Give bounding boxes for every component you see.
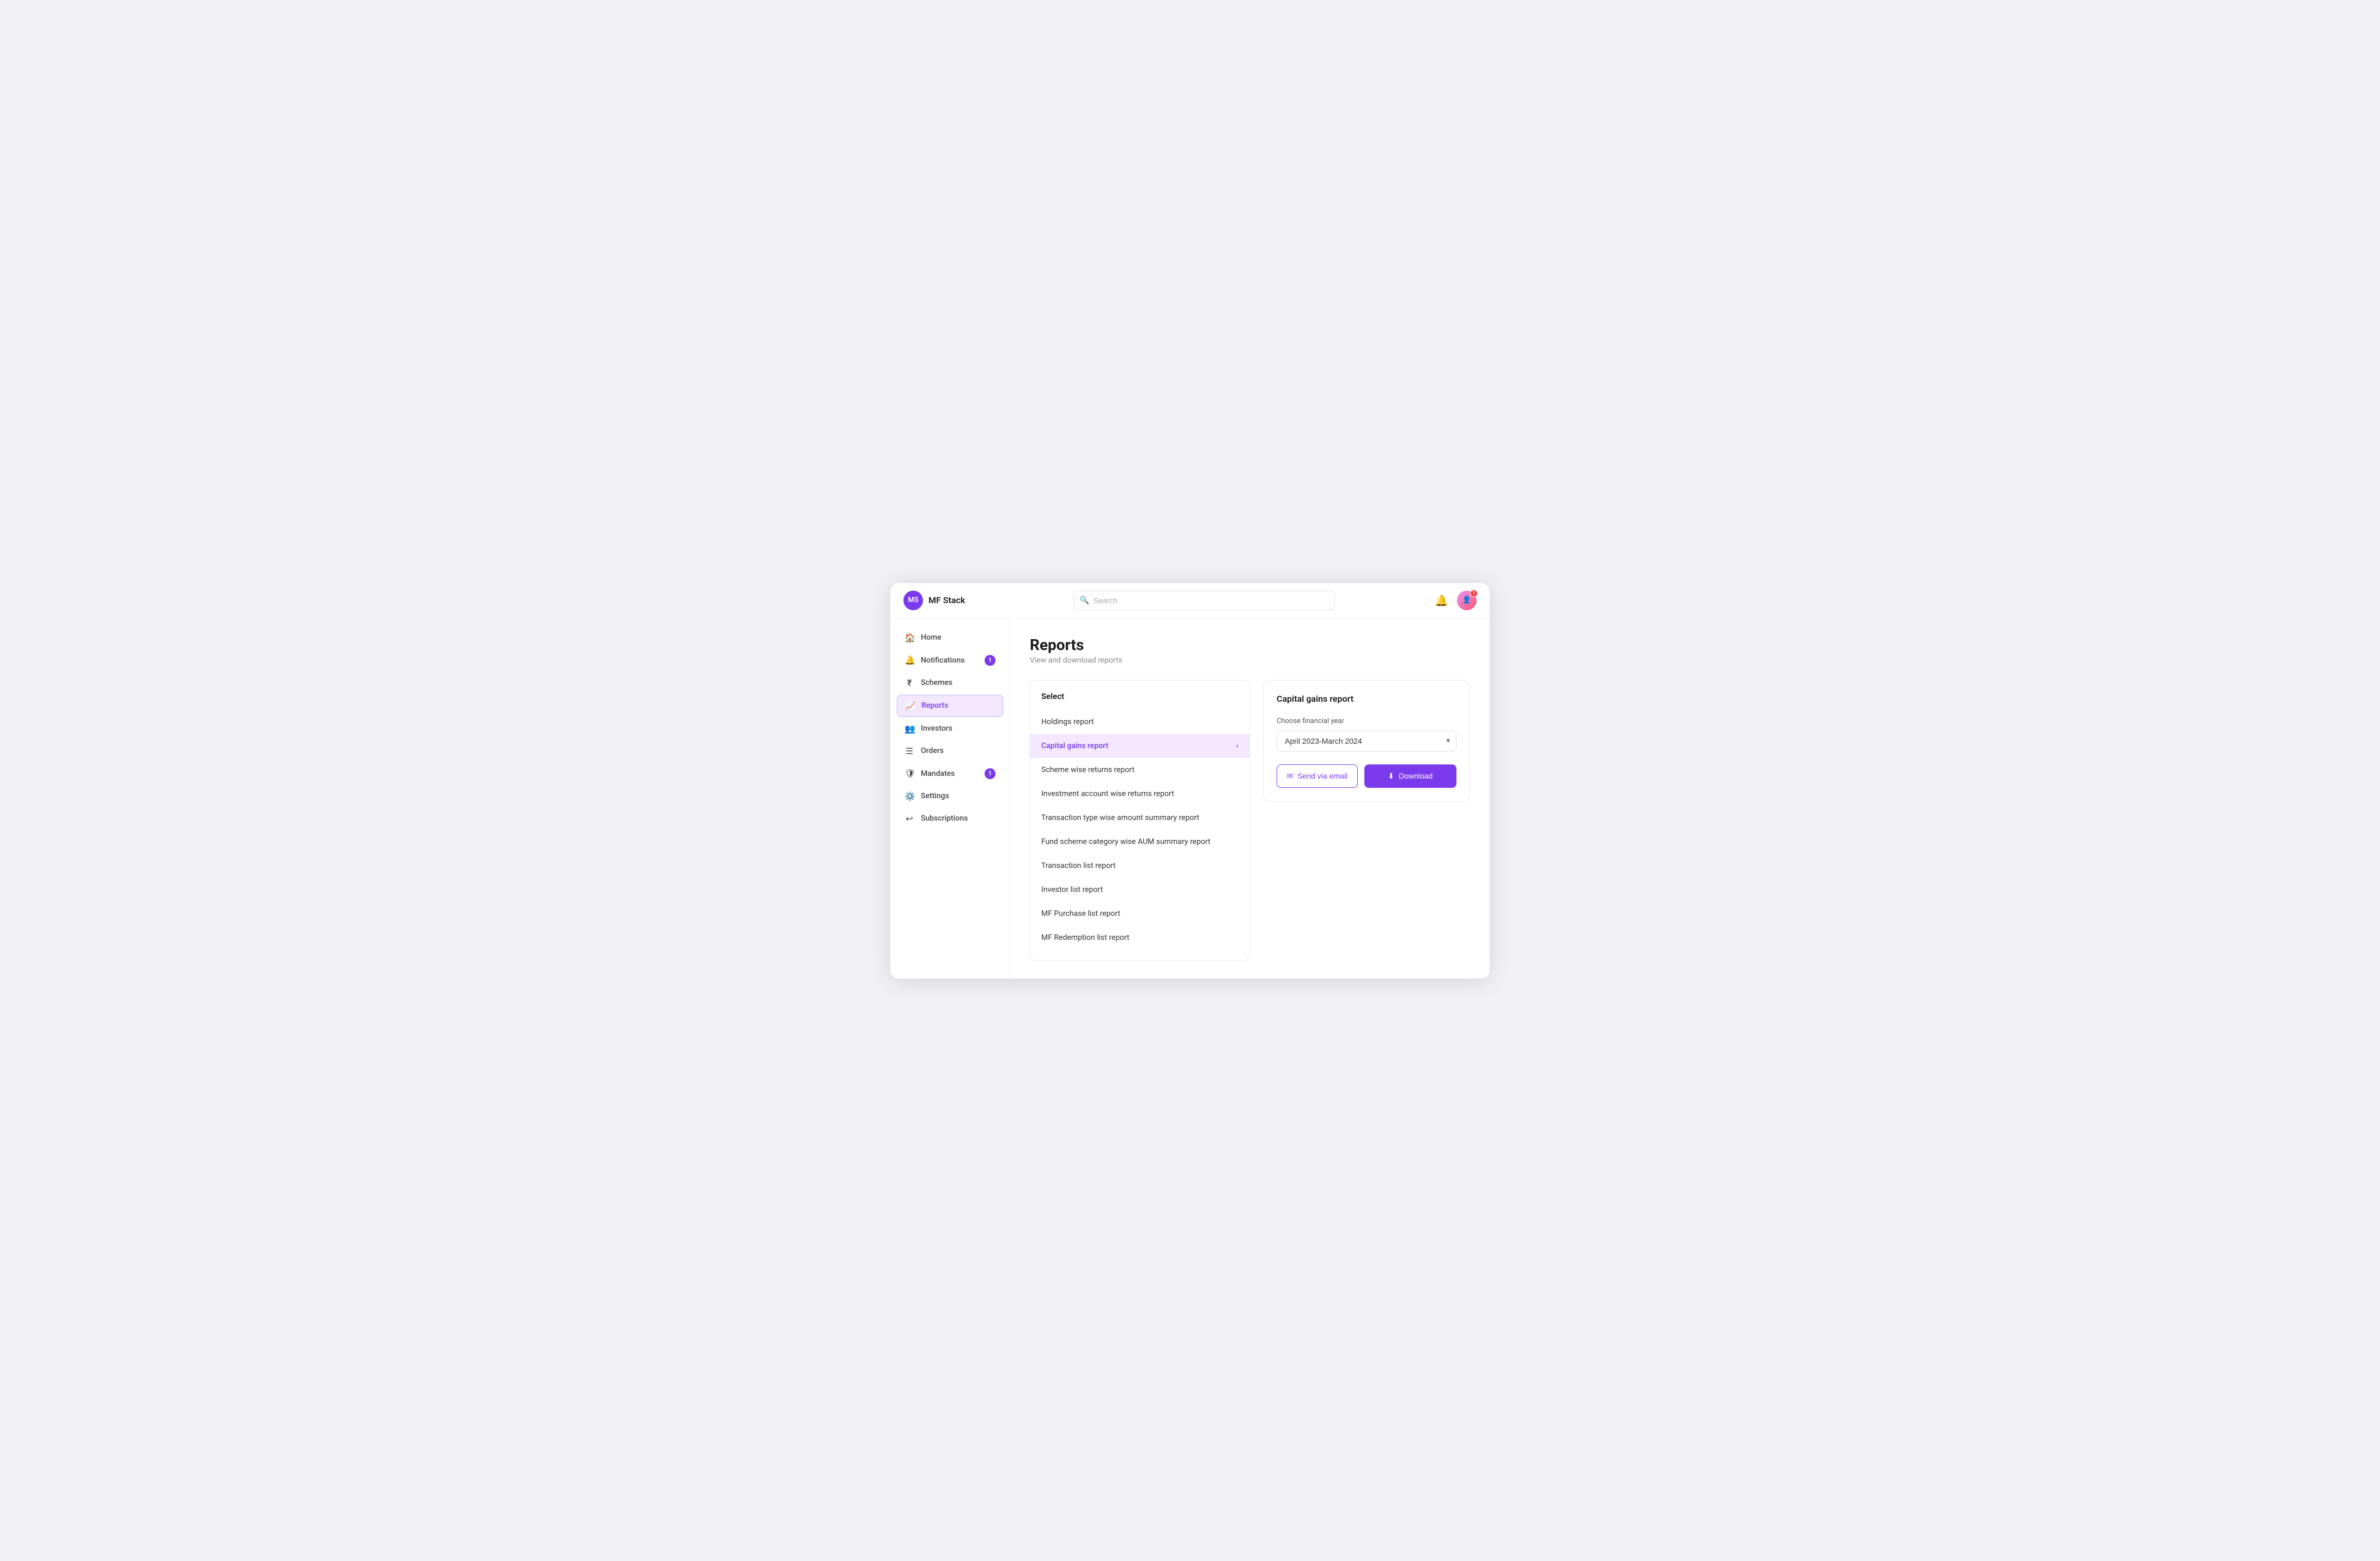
sidebar-label-schemes: Schemes <box>921 678 952 687</box>
reports-layout: Select Holdings report Capital gains rep… <box>1030 680 1470 961</box>
report-item-investment-account[interactable]: Investment account wise returns report <box>1030 782 1249 806</box>
main-layout: 🏠 Home 🔔 Notifications 1 ₹ Schemes 📈 Rep… <box>890 618 1490 979</box>
report-item-mf-redemption[interactable]: MF Redemption list report <box>1030 926 1249 950</box>
user-notification-badge: 1 <box>1470 590 1478 597</box>
page-title: Reports <box>1030 636 1470 654</box>
sidebar-label-settings: Settings <box>921 792 949 800</box>
page-subtitle: View and download reports <box>1030 656 1470 665</box>
search-input[interactable] <box>1073 591 1335 610</box>
report-item-capital-gains[interactable]: Capital gains report › <box>1030 734 1249 758</box>
topbar-actions: 🔔 👤 1 <box>1435 591 1477 610</box>
sidebar-item-settings[interactable]: ⚙️ Settings <box>897 786 1003 807</box>
btn-download-label: Download <box>1399 772 1432 780</box>
fy-select-wrapper: April 2023-March 2024 April 2022-March 2… <box>1277 731 1456 751</box>
download-button[interactable]: ⬇ Download <box>1364 764 1456 788</box>
sidebar-label-notifications: Notifications <box>921 656 964 665</box>
user-avatar-wrapper: 👤 1 <box>1457 591 1477 610</box>
send-via-email-button[interactable]: ✉ Send via email <box>1277 764 1358 788</box>
report-item-fund-scheme[interactable]: Fund scheme category wise AUM summary re… <box>1030 830 1249 854</box>
capital-gains-title: Capital gains report <box>1277 694 1456 704</box>
search-bar: 🔍 <box>1073 591 1335 610</box>
sidebar-label-orders: Orders <box>921 746 944 755</box>
sidebar-item-orders[interactable]: ☰ Orders <box>897 740 1003 762</box>
report-label-mf-purchase: MF Purchase list report <box>1041 909 1120 918</box>
sidebar-label-mandates: Mandates <box>921 769 955 778</box>
logo-area: MS MF Stack <box>903 591 1023 610</box>
report-label-transaction-list: Transaction list report <box>1041 861 1116 870</box>
capital-gains-card: Capital gains report Choose financial ye… <box>1263 680 1470 801</box>
reports-list-header: Select <box>1030 691 1249 710</box>
email-icon: ✉ <box>1286 772 1293 781</box>
app-window: MS MF Stack 🔍 🔔 👤 1 🏠 Hom <box>890 583 1490 979</box>
cg-actions: ✉ Send via email ⬇ Download <box>1277 764 1456 788</box>
page-header: Reports View and download reports <box>1030 636 1470 665</box>
sidebar-label-home: Home <box>921 633 942 642</box>
report-label-scheme-wise-returns: Scheme wise returns report <box>1041 766 1134 774</box>
notifications-icon: 🔔 <box>904 655 914 665</box>
search-icon: 🔍 <box>1080 596 1089 605</box>
sidebar: 🏠 Home 🔔 Notifications 1 ₹ Schemes 📈 Rep… <box>890 618 1010 979</box>
report-label-investor-list: Investor list report <box>1041 885 1103 894</box>
download-icon: ⬇ <box>1388 772 1394 781</box>
report-item-investor-list[interactable]: Investor list report <box>1030 878 1249 902</box>
mandates-badge: 1 <box>985 768 995 779</box>
btn-email-label: Send via email <box>1297 772 1347 780</box>
chevron-right-icon: › <box>1236 742 1238 750</box>
report-item-holdings[interactable]: Holdings report <box>1030 710 1249 734</box>
settings-icon: ⚙️ <box>904 791 914 801</box>
bell-icon[interactable]: 🔔 <box>1435 594 1448 607</box>
orders-icon: ☰ <box>904 746 914 756</box>
report-label-fund-scheme: Fund scheme category wise AUM summary re… <box>1041 837 1211 846</box>
subscriptions-icon: ↩ <box>904 813 914 824</box>
report-item-transaction-type[interactable]: Transaction type wise amount summary rep… <box>1030 806 1249 830</box>
topbar: MS MF Stack 🔍 🔔 👤 1 <box>890 583 1490 618</box>
report-item-mf-purchase[interactable]: MF Purchase list report <box>1030 902 1249 926</box>
report-label-capital-gains: Capital gains report <box>1041 742 1108 750</box>
content-area: Reports View and download reports Select… <box>1010 618 1490 979</box>
sidebar-item-reports[interactable]: 📈 Reports <box>897 695 1003 717</box>
report-label-investment-account: Investment account wise returns report <box>1041 789 1174 798</box>
sidebar-item-home[interactable]: 🏠 Home <box>897 627 1003 648</box>
reports-icon: 📈 <box>905 701 915 711</box>
report-item-scheme-wise-returns[interactable]: Scheme wise returns report <box>1030 758 1249 782</box>
sidebar-item-subscriptions[interactable]: ↩ Subscriptions <box>897 808 1003 829</box>
fy-label: Choose financial year <box>1277 717 1456 725</box>
logo-name: MF Stack <box>928 595 965 605</box>
investors-icon: 👥 <box>904 724 914 734</box>
mandates-icon: 🛡 <box>904 768 914 779</box>
logo-avatar: MS <box>903 591 923 610</box>
report-label-transaction-type: Transaction type wise amount summary rep… <box>1041 813 1199 822</box>
sidebar-item-notifications[interactable]: 🔔 Notifications 1 <box>897 649 1003 671</box>
home-icon: 🏠 <box>904 633 914 643</box>
sidebar-label-investors: Investors <box>921 724 952 733</box>
sidebar-item-investors[interactable]: 👥 Investors <box>897 718 1003 739</box>
report-item-transaction-list[interactable]: Transaction list report <box>1030 854 1249 878</box>
report-label-mf-redemption: MF Redemption list report <box>1041 933 1130 942</box>
report-label-holdings: Holdings report <box>1041 718 1094 726</box>
sidebar-item-mandates[interactable]: 🛡 Mandates 1 <box>897 763 1003 785</box>
reports-list-card: Select Holdings report Capital gains rep… <box>1030 680 1250 961</box>
sidebar-label-subscriptions: Subscriptions <box>921 814 968 823</box>
schemes-icon: ₹ <box>904 678 914 688</box>
sidebar-label-reports: Reports <box>921 701 948 710</box>
sidebar-item-schemes[interactable]: ₹ Schemes <box>897 672 1003 694</box>
notifications-badge: 1 <box>985 655 995 666</box>
fy-select[interactable]: April 2023-March 2024 April 2022-March 2… <box>1277 731 1456 751</box>
